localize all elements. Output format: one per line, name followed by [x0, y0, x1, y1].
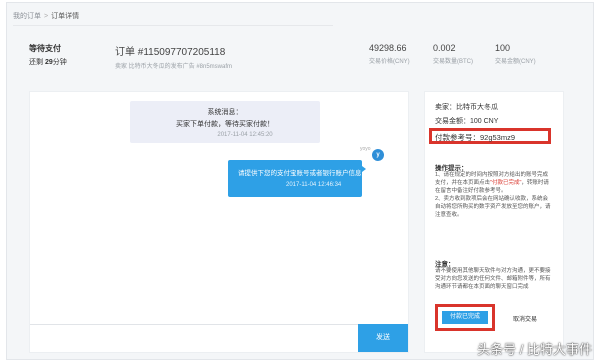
price-label: 交易价格(CNY)	[369, 59, 410, 65]
order-status: 等待支付 还剩 29分钟	[29, 43, 67, 67]
payment-complete-button[interactable]: 付款已完成	[442, 311, 488, 324]
status-label: 等待支付	[29, 44, 61, 53]
user-message: 请提供下您的支付宝账号或者银行账户信息 2017-11-04 12:46:34	[228, 160, 366, 197]
order-summary: 等待支付 还剩 29分钟 订单 #115097707205118 卖家 比特币大…	[17, 37, 555, 73]
watermark: 头条号 / 比特大事件	[477, 342, 592, 357]
order-info: 订单 #115097707205118 卖家 比特币大冬瓜的发布广告 #8n5m…	[115, 43, 232, 70]
tips-step-2: 2、卖方收到款项后会在网站确认收款，系统会自动将您所购买的数字资产发放至您的账户…	[435, 196, 551, 218]
trade-amount: 交易金额：100 CNY	[435, 118, 499, 125]
remaining-time-prefix: 还剩	[29, 59, 43, 66]
trade-info-panel: 卖家：比特币大冬瓜 交易金额：100 CNY 付款参考号：92g53mz9 操作…	[424, 91, 564, 353]
total-value: 100	[495, 43, 511, 53]
total-label: 交易金额(CNY)	[495, 59, 536, 65]
order-number: 订单 #115097707205118	[115, 47, 226, 58]
user-name: yoyo	[360, 146, 371, 152]
user-message-text: 请提供下您的支付宝账号或者银行账户信息	[238, 170, 362, 177]
tips-text: 1、请在规定的时间内按照对方给出的账号完成支付，并在本页面点击"付款已完成"，转…	[435, 171, 553, 219]
seller-name: 卖家：比特币大冬瓜	[435, 104, 498, 111]
payment-reference-highlight: 付款参考号：92g53mz9	[429, 128, 551, 144]
btc-value: 0.002	[433, 43, 456, 53]
send-button[interactable]: 发送	[358, 324, 408, 352]
remaining-time: 还剩 29分钟	[29, 57, 67, 67]
cancel-trade-link[interactable]: 取消交易	[513, 314, 537, 323]
order-detail-page: 我的订单 > 订单详情 等待支付 还剩 29分钟 订单 #1150977072051…	[6, 2, 594, 360]
breadcrumb-divider	[13, 25, 333, 26]
tips-highlight: "付款已完成"	[490, 180, 522, 186]
system-message-title: 系统消息：	[207, 109, 243, 116]
remaining-time-suffix: 分钟	[52, 59, 67, 66]
price-column: 49298.66 交易价格(CNY)	[369, 43, 410, 65]
remaining-time-value: 29	[44, 59, 53, 66]
breadcrumb-current: 订单详情	[51, 13, 80, 20]
price-value: 49298.66	[369, 43, 407, 53]
breadcrumb: 我的订单 > 订单详情	[13, 11, 79, 21]
system-message-time: 2017-11-04 12:45:20	[217, 132, 273, 138]
breadcrumb-separator: >	[44, 13, 49, 20]
total-column: 100 交易金额(CNY)	[495, 43, 536, 65]
chat-input[interactable]	[30, 324, 360, 352]
user-message-time: 2017-11-04 12:46:34	[286, 182, 342, 188]
order-description: 卖家 比特币大冬瓜的发布广告 #8n5mswafm	[115, 64, 233, 70]
note-text: 请不要使用其他聊天软件与对方沟通，更不要接受对方向您发送的任何文件、邮箱附件等，…	[435, 268, 551, 290]
payment-complete-highlight: 付款已完成	[435, 304, 495, 331]
btc-label: 交易数量(BTC)	[433, 59, 473, 65]
avatar: y	[372, 149, 384, 161]
btc-column: 0.002 交易数量(BTC)	[433, 43, 473, 65]
chat-panel: 系统消息： 买家下单付款，等待买家付款！ 2017-11-04 12:45:20…	[29, 91, 409, 353]
breadcrumb-my-orders-link[interactable]: 我的订单	[13, 13, 41, 20]
system-message: 系统消息： 买家下单付款，等待买家付款！ 2017-11-04 12:45:20	[130, 101, 320, 143]
payment-reference: 付款参考号：92g53mz9	[435, 133, 516, 142]
system-message-text: 买家下单付款，等待买家付款！	[176, 121, 274, 128]
